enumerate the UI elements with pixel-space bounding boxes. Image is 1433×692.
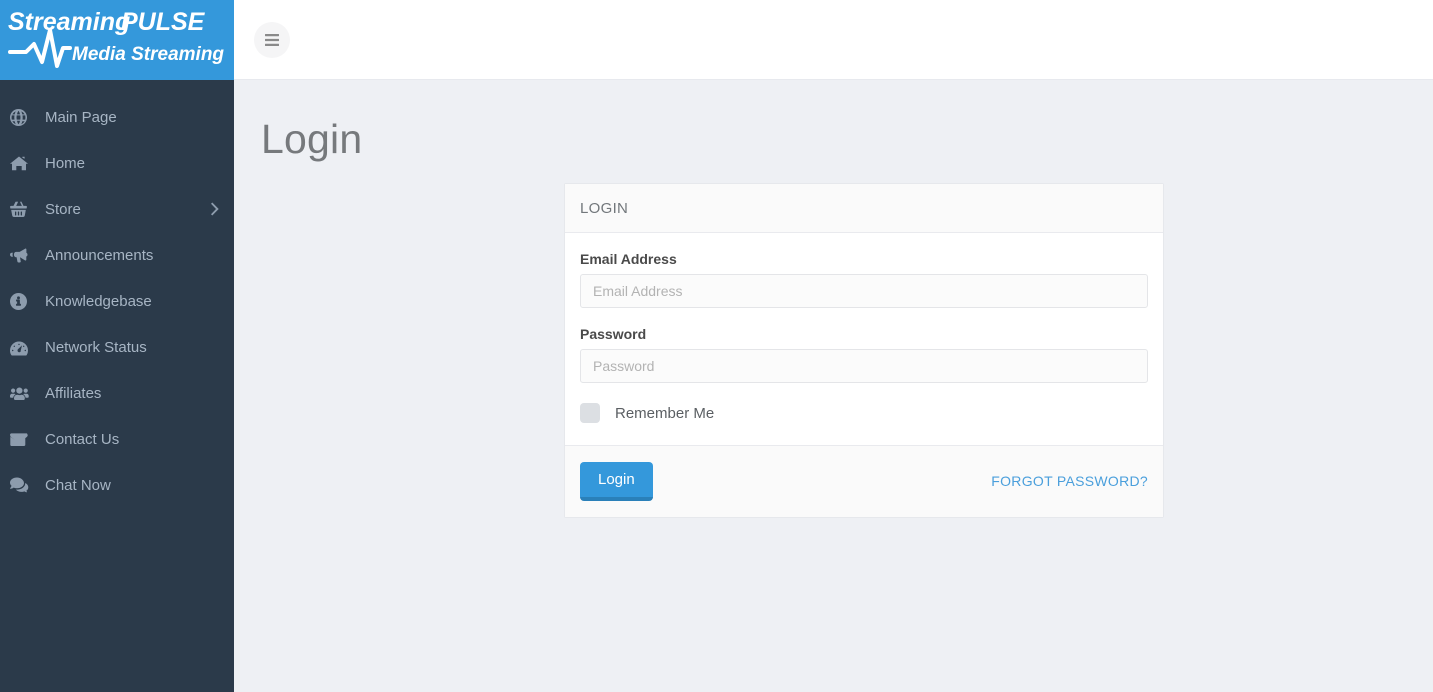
password-label: Password [580,326,647,342]
login-card-footer: Login FORGOT PASSWORD? [565,445,1163,517]
app-root: Streaming PULSE Media Streaming Main Pag… [0,0,1433,692]
svg-text:Streaming: Streaming [8,8,130,36]
login-card-header: LOGIN [565,184,1163,233]
sidebar-item-network-status[interactable]: Network Status [0,324,234,370]
chevron-right-icon [211,202,219,216]
sidebar-item-label: Contact Us [45,430,120,448]
sidebar: Streaming PULSE Media Streaming Main Pag… [0,0,234,692]
comments-icon [10,477,36,493]
info-circle-icon [10,292,36,310]
megaphone-icon [10,247,36,264]
sidebar-item-main-page[interactable]: Main Page [0,94,234,140]
brand-logo-graphic: Streaming PULSE Media Streaming [8,8,224,68]
hamburger-icon [265,33,279,46]
sidebar-item-label: Chat Now [45,476,111,494]
page-title: Login [261,116,363,162]
sidebar-item-label: Main Page [45,108,117,126]
sidebar-nav: Main Page Home Store Announcements Knowl… [0,80,234,508]
sidebar-item-announcements[interactable]: Announcements [0,232,234,278]
globe-icon [10,108,36,126]
login-card-body: Email Address Password Remember Me [565,233,1163,445]
basket-icon [10,201,36,218]
sidebar-item-label: Network Status [45,338,147,356]
menu-toggle-button[interactable] [254,21,290,58]
topbar [234,0,1433,80]
main-content: Login LOGIN Email Address Password Remem… [234,81,1433,692]
sidebar-item-label: Announcements [45,246,154,264]
email-label: Email Address [580,251,677,267]
sidebar-item-label: Home [45,154,86,172]
remember-me-checkbox[interactable] [580,403,600,423]
home-icon [10,155,36,172]
sidebar-item-home[interactable]: Home [0,140,234,186]
sidebar-item-label: Affiliates [45,384,102,402]
envelope-icon [10,432,36,446]
brand-logo[interactable]: Streaming PULSE Media Streaming [0,0,234,80]
remember-me-label[interactable]: Remember Me [615,405,714,422]
svg-text:Media Streaming: Media Streaming [72,44,224,65]
sidebar-item-contact-us[interactable]: Contact Us [0,416,234,462]
users-icon [10,385,36,401]
login-card: LOGIN Email Address Password Remember Me… [564,183,1164,518]
sidebar-item-label: Knowledgebase [45,292,152,310]
forgot-password-link[interactable]: FORGOT PASSWORD? [991,473,1148,489]
sidebar-item-store[interactable]: Store [0,186,234,232]
password-input[interactable] [580,349,1148,383]
sidebar-item-knowledgebase[interactable]: Knowledgebase [0,278,234,324]
sidebar-item-chat-now[interactable]: Chat Now [0,462,234,508]
tachometer-icon [10,339,36,356]
sidebar-item-label: Store [45,200,81,218]
email-input[interactable] [580,274,1148,308]
sidebar-item-affiliates[interactable]: Affiliates [0,370,234,416]
email-form-group: Email Address [580,251,1148,308]
password-form-group: Password [580,326,1148,383]
remember-me-row: Remember Me [580,403,1148,423]
login-submit-button[interactable]: Login [580,462,653,501]
svg-text:PULSE: PULSE [121,8,206,36]
